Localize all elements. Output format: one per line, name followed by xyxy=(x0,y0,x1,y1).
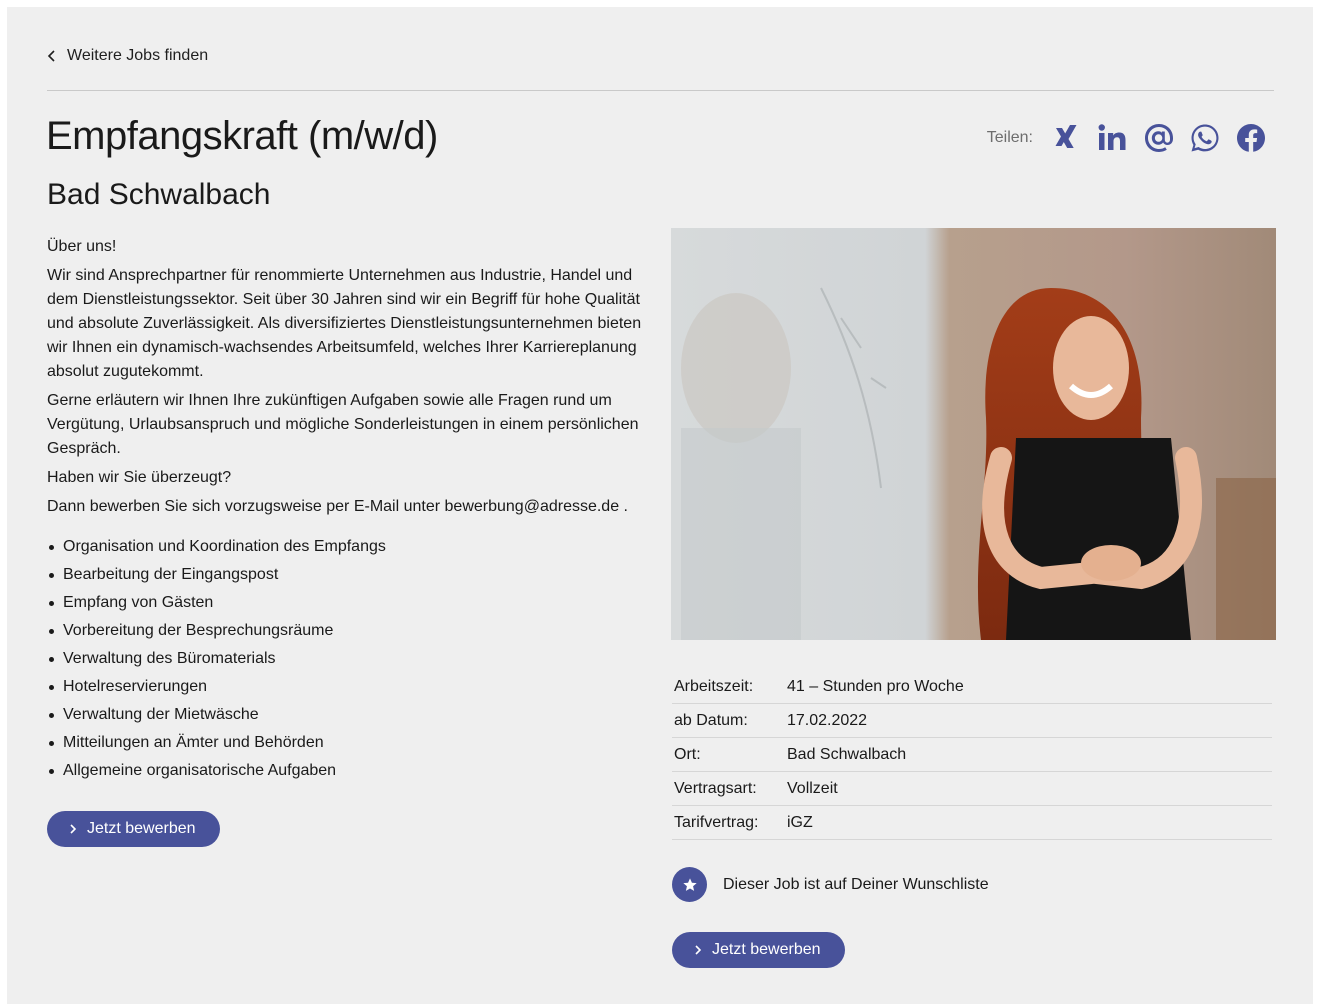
table-row: Vertragsart: Vollzeit xyxy=(672,771,1272,806)
chevron-right-icon xyxy=(70,824,77,834)
detail-key: Vertragsart: xyxy=(672,771,785,806)
table-row: Arbeitszeit: 41 – Stunden pro Woche xyxy=(672,670,1272,704)
convinced-text: Haben wir Sie überzeugt? xyxy=(47,469,232,486)
header-divider xyxy=(47,90,1274,91)
list-item: Hotelreservierungen xyxy=(47,675,657,699)
task-list: Organisation und Koordination des Empfan… xyxy=(47,535,657,783)
share-label: Teilen: xyxy=(986,129,1033,146)
table-row: Tarifvertrag: iGZ xyxy=(672,805,1272,840)
list-item: Empfang von Gästen xyxy=(47,591,657,615)
detail-key: Tarifvertrag: xyxy=(672,805,785,840)
list-item: Verwaltung der Mietwäsche xyxy=(47,703,657,727)
list-item: Mitteilungen an Ämter und Behörden xyxy=(47,731,657,755)
detail-value: Vollzeit xyxy=(785,771,1272,806)
about-text: Wir sind Ansprechpartner für renommierte… xyxy=(47,267,642,380)
job-title: Empfangskraft (m/w/d) xyxy=(46,114,438,158)
detail-value: iGZ xyxy=(785,805,1272,840)
job-details-table: Arbeitszeit: 41 – Stunden pro Woche ab D… xyxy=(672,670,1272,840)
apply-text: Dann bewerben Sie sich vorzugsweise per … xyxy=(47,498,628,515)
photo-illustration xyxy=(671,228,1276,640)
facebook-icon[interactable] xyxy=(1235,120,1267,156)
job-location: Bad Schwalbach xyxy=(47,178,271,211)
chevron-left-icon xyxy=(47,50,55,62)
detail-key: ab Datum: xyxy=(672,703,785,738)
apply-button-label: Jetzt bewerben xyxy=(87,820,196,837)
chevron-right-icon xyxy=(695,945,702,955)
apply-button-label: Jetzt bewerben xyxy=(712,941,821,958)
detail-value: Bad Schwalbach xyxy=(785,737,1272,772)
detail-key: Ort: xyxy=(672,737,785,772)
wishlist-status: Dieser Job ist auf Deiner Wunschliste xyxy=(672,867,989,902)
job-description: Über uns! Wir sind Ansprechpartner für r… xyxy=(47,235,657,787)
list-item: Allgemeine organisatorische Aufgaben xyxy=(47,759,657,783)
job-photo xyxy=(671,228,1276,640)
back-link-label: Weitere Jobs finden xyxy=(67,47,209,64)
apply-button[interactable]: Jetzt bewerben xyxy=(672,932,845,968)
xing-icon[interactable] xyxy=(1051,120,1083,156)
apply-button[interactable]: Jetzt bewerben xyxy=(47,811,220,847)
linkedin-icon[interactable] xyxy=(1097,120,1129,156)
wishlist-label: Dieser Job ist auf Deiner Wunschliste xyxy=(723,875,989,893)
list-item: Vorbereitung der Besprechungsräume xyxy=(47,619,657,643)
back-link[interactable]: Weitere Jobs finden xyxy=(47,47,208,65)
table-row: ab Datum: 17.02.2022 xyxy=(672,703,1272,738)
whatsapp-icon[interactable] xyxy=(1189,120,1221,156)
list-item: Organisation und Koordination des Empfan… xyxy=(47,535,657,559)
share-bar: Teilen: xyxy=(987,120,1267,156)
detail-value: 17.02.2022 xyxy=(785,703,1272,738)
explain-text: Gerne erläutern wir Ihnen Ihre zukünftig… xyxy=(47,392,639,457)
detail-value: 41 – Stunden pro Woche xyxy=(785,670,1272,704)
about-heading: Über uns! xyxy=(47,238,117,255)
list-item: Bearbeitung der Eingangspost xyxy=(47,563,657,587)
wishlist-toggle[interactable] xyxy=(672,867,707,902)
star-icon xyxy=(682,877,697,891)
list-item: Verwaltung des Büromaterials xyxy=(47,647,657,671)
table-row: Ort: Bad Schwalbach xyxy=(672,737,1272,772)
email-icon[interactable] xyxy=(1143,120,1175,156)
detail-key: Arbeitszeit: xyxy=(672,670,785,704)
